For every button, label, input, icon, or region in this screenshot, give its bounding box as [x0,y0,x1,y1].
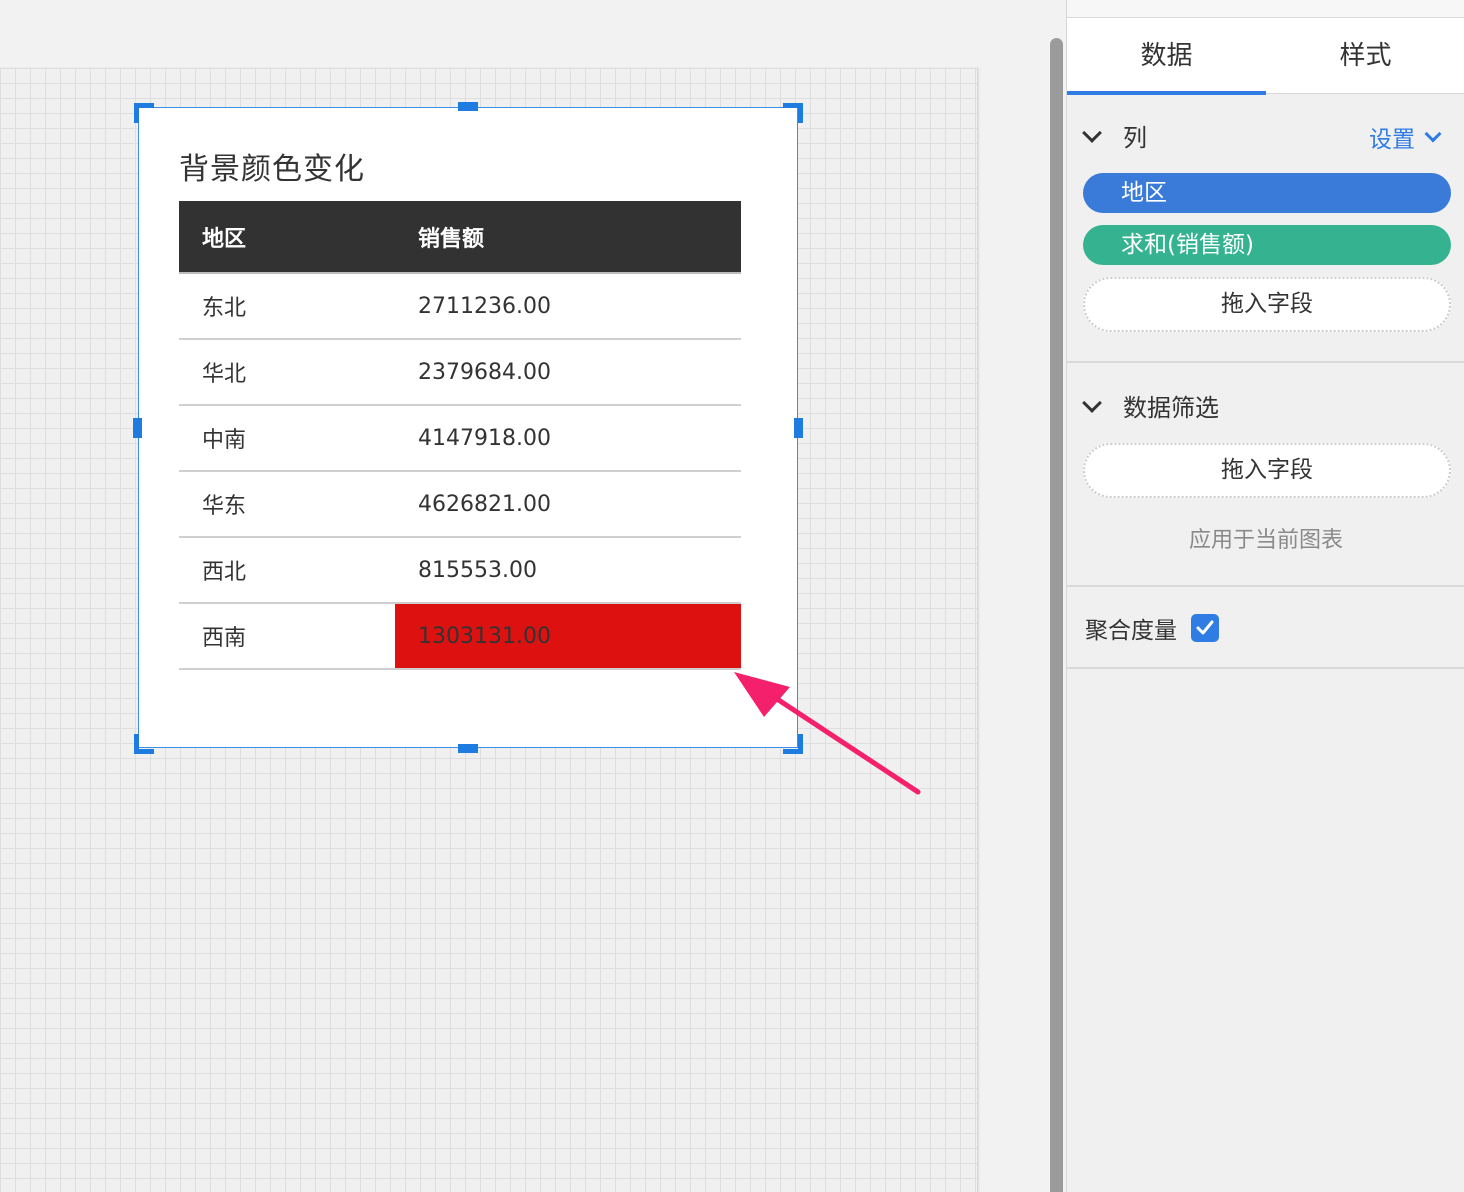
chevron-down-icon [1424,125,1442,143]
cell-region: 西北 [179,537,395,604]
filter-drop-zone[interactable]: 拖入字段 [1083,443,1451,498]
panel-tabs: 数据 样式 [1067,18,1464,95]
data-table: 地区 销售额 东北 2711236.00 华北 2379684.00 中南 41… [179,201,741,670]
header-region[interactable]: 地区 [179,201,395,274]
properties-panel: 数据 样式 列 设置 地区 求和(销售额) 拖入字段 数据筛选 拖入字段 应用于… [1066,0,1464,1192]
resize-handle-bottom[interactable] [458,744,478,753]
columns-section-title: 列 [1123,124,1147,152]
resize-handle-bottom-left[interactable] [134,734,154,754]
resize-handle-top-right[interactable] [783,103,803,123]
resize-handle-right[interactable] [794,418,803,438]
table-row: 华北 2379684.00 [179,339,741,406]
apply-to-chart-hint[interactable]: 应用于当前图表 [1067,522,1464,554]
table-row: 西南 1303131.00 [179,603,741,670]
resize-handle-left[interactable] [133,418,142,438]
table-row: 中南 4147918.00 [179,405,741,472]
chevron-down-icon [1082,122,1102,143]
cell-region: 东北 [179,273,395,340]
table-widget[interactable]: 背景颜色变化 地区 销售额 东北 2711236.00 华北 2379684.0… [138,107,798,748]
scrollbar-thumb[interactable] [1050,38,1063,1192]
annotation-arrow-icon [734,672,921,795]
aggregate-checkbox[interactable] [1191,614,1219,642]
field-pill-region[interactable]: 地区 [1083,173,1451,213]
settings-dropdown[interactable]: 设置 [1369,120,1442,154]
cell-sales: 4626821.00 [395,471,741,538]
column-drop-zone[interactable]: 拖入字段 [1083,277,1451,332]
cell-sales: 2379684.00 [395,339,741,406]
table-header-row: 地区 销售额 [179,201,741,274]
cell-region: 中南 [179,405,395,472]
resize-handle-top[interactable] [458,102,478,111]
filter-section-title: 数据筛选 [1123,394,1219,422]
section-divider [1067,667,1464,669]
aggregate-measure-row: 聚合度量 [1085,611,1219,645]
field-pill-sum-sales[interactable]: 求和(销售额) [1083,225,1451,265]
cell-sales: 4147918.00 [395,405,741,472]
table-row: 华东 4626821.00 [179,471,741,538]
chevron-down-icon [1082,392,1102,413]
cell-region: 华东 [179,471,395,538]
checkmark-icon [1196,620,1214,635]
cell-sales-highlighted: 1303131.00 [395,603,741,670]
panel-top-strip [1067,0,1464,18]
cell-sales: 2711236.00 [395,273,741,340]
cell-region: 西南 [179,603,395,670]
section-divider [1067,585,1464,587]
section-divider [1067,361,1464,363]
cell-region: 华北 [179,339,395,406]
header-sales[interactable]: 销售额 [395,201,741,274]
resize-handle-top-left[interactable] [134,103,154,123]
filter-section-toggle[interactable]: 数据筛选 [1082,388,1219,423]
columns-section-toggle[interactable]: 列 [1082,118,1147,153]
settings-label: 设置 [1369,127,1415,153]
tab-data[interactable]: 数据 [1067,18,1266,95]
table-row: 东北 2711236.00 [179,273,741,340]
table-row: 西北 815553.00 [179,537,741,604]
aggregate-label: 聚合度量 [1085,618,1177,644]
cell-sales: 815553.00 [395,537,741,604]
tab-style[interactable]: 样式 [1266,18,1464,94]
widget-title: 背景颜色变化 [179,152,365,187]
